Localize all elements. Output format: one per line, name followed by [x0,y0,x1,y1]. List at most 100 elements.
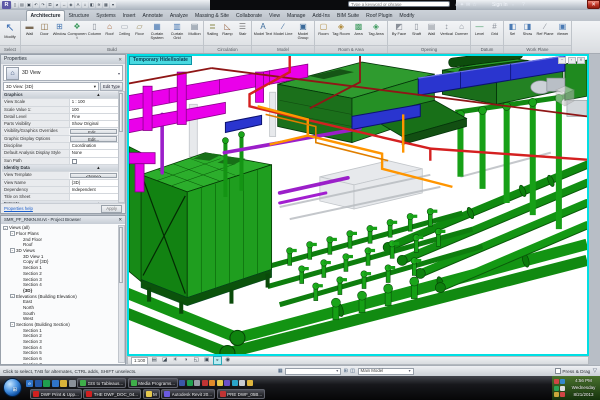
start-button[interactable]: ⊞ [3,378,22,397]
plant-model-3d[interactable] [129,56,587,354]
help-icon[interactable]: ? [522,1,525,9]
subscription-icon[interactable]: ✦ [460,1,464,9]
property-row[interactable]: Dependency Independent [2,187,118,194]
ribbon-button[interactable]: ❖ Component [67,22,87,41]
search-go-icon[interactable]: ⌕ [455,1,458,9]
property-row[interactable]: View Template <None> [2,172,118,179]
ribbon-button[interactable]: A Model Text [253,22,273,36]
ribbon-tab[interactable]: BIM Suite [333,11,362,21]
minimize-icon[interactable]: – [558,57,566,64]
taskbar-window-button[interactable]: Autodesk Revit 20... [161,389,215,399]
ribbon-tab[interactable]: Systems [93,11,120,21]
measure-icon[interactable]: ⌀ [54,2,60,8]
tray-icon[interactable] [554,386,559,391]
app-icon[interactable] [239,380,245,386]
ribbon-button[interactable]: — Level [472,22,487,36]
property-row[interactable]: Visibility/Graphics Overrides Edit... [2,128,118,135]
thin-lines-icon[interactable]: ≋ [96,2,102,8]
property-row[interactable]: Graphics ▲ [2,92,118,99]
ribbon-button[interactable]: ▥ Curtain Grid [167,22,187,41]
explorer-icon[interactable] [35,380,42,387]
type-dropdown[interactable]: 3D View: {3D} ▾ [3,82,99,91]
close-icon[interactable]: ✕ [577,57,585,64]
ribbon-tab[interactable]: Modify [396,11,418,21]
restore-icon[interactable]: ▫ [568,57,576,64]
ribbon-button[interactable]: ⌂ Dormer [454,22,469,36]
ribbon-button[interactable]: ◈ Tag Room [331,22,351,36]
edit-type-button[interactable]: Edit Type [100,82,123,91]
communication-icon[interactable]: ✉ [466,1,470,9]
ribbon-tab[interactable]: Roof Plugin [363,11,396,21]
switch-windows-icon[interactable]: ▦ [103,2,109,8]
close-icon[interactable]: ✕ [118,55,122,64]
property-row[interactable]: Title on Sheet [2,194,118,201]
ribbon-button[interactable]: ▭ Ceiling [117,22,132,36]
property-row[interactable]: Identity Data ▲ [2,165,118,172]
ribbon-tab[interactable]: Annotate [139,11,166,21]
ribbon-button[interactable]: ▱ Floor [132,22,147,36]
ribbon-button[interactable]: ▤ Wall [424,22,439,36]
search-input[interactable] [348,1,450,7]
app-icon-green[interactable] [43,380,50,387]
expander-icon[interactable]: - [10,322,15,327]
ribbon-tab[interactable]: Massing & Site [192,11,233,21]
undo-icon[interactable]: ↶ [33,2,39,8]
ribbon-button[interactable]: ▣ Viewer [555,22,570,36]
ribbon-button[interactable]: ▦ Curtain System [147,22,167,41]
property-row[interactable]: Detail Level Fine [2,114,118,121]
ribbon-button[interactable]: ↕ Vertical [439,22,454,36]
text-icon[interactable]: A [75,2,81,8]
workset-dropdown[interactable]: ▾ [285,368,341,375]
expander-icon[interactable]: - [10,294,15,299]
checkbox-icon[interactable] [555,368,561,374]
taskbar-window-button[interactable]: M [143,389,160,399]
ribbon-tab[interactable]: Analyze [166,11,191,21]
property-row[interactable]: Graphic Display Options Edit... [2,136,118,143]
app-icon[interactable] [194,380,200,386]
3d-view-icon[interactable]: ⌂ [82,2,88,8]
save-icon[interactable]: ▣ [26,2,32,8]
print-icon[interactable]: ⎚ [47,2,53,8]
app-icon[interactable] [179,380,185,386]
redo-icon[interactable]: ↷ [40,2,46,8]
property-row[interactable]: Sun Path [2,158,118,165]
ie-icon[interactable]: e [26,380,33,387]
ribbon-button[interactable]: ▯ Column [87,22,102,36]
property-row[interactable]: Scale Value 1: 100 [2,107,118,114]
folder-icon[interactable] [60,380,67,387]
folder-icon[interactable] [247,380,253,386]
ribbon-button[interactable]: ◩ By Face [389,22,409,36]
browser-scrollbar[interactable] [118,225,125,363]
design-options-icon[interactable]: ◫ [350,367,355,375]
type-selector[interactable]: ⌂ 3D View ▾ [3,65,123,81]
properties-scrollbar[interactable] [118,91,125,203]
expander-icon[interactable]: - [10,248,15,253]
app-icon-blue[interactable] [52,380,59,387]
ribbon-button[interactable]: # Grid [487,22,502,36]
app-icon[interactable] [209,380,215,386]
ribbon-tab[interactable]: View [266,11,284,21]
open-icon[interactable]: ▤ [19,2,25,8]
filter-icon[interactable]: ▽ [593,367,597,375]
properties-header[interactable]: Properties ✕ [1,55,125,64]
ribbon-button[interactable]: ▬ Wall [22,22,37,36]
taskbar-window-button[interactable]: DWF Print & Upp... [30,389,82,399]
app-menu-icon[interactable]: R [2,1,11,9]
ribbon-button[interactable]: ◺ Ramp [220,22,235,36]
new-icon[interactable]: ▯ [12,2,18,8]
panel-label[interactable]: Circulation [204,45,251,53]
ribbon-button[interactable]: ◨ Show [520,22,535,36]
tray-icon[interactable] [560,379,565,384]
ribbon-button[interactable]: ◈ Tag Area [366,22,386,36]
property-row[interactable]: Parts Visibility Show Original [2,121,118,128]
taskbar-window-button[interactable]: PRE DWF_05B... [217,389,266,399]
ribbon-button[interactable]: ∕ Ref Plane [535,22,555,36]
tray-icon[interactable] [554,392,559,397]
design-option-dropdown[interactable]: Main Model ▾ [358,368,414,375]
ribbon-button[interactable]: ▢ Room [316,22,331,36]
app-icon-gray[interactable] [69,380,76,387]
show-crop-icon[interactable]: ▣ [202,356,211,365]
ribbon-tab[interactable]: Manage [284,11,309,21]
sign-in-caret-icon[interactable]: ▾ [512,1,514,9]
tray-icon[interactable] [560,386,565,391]
